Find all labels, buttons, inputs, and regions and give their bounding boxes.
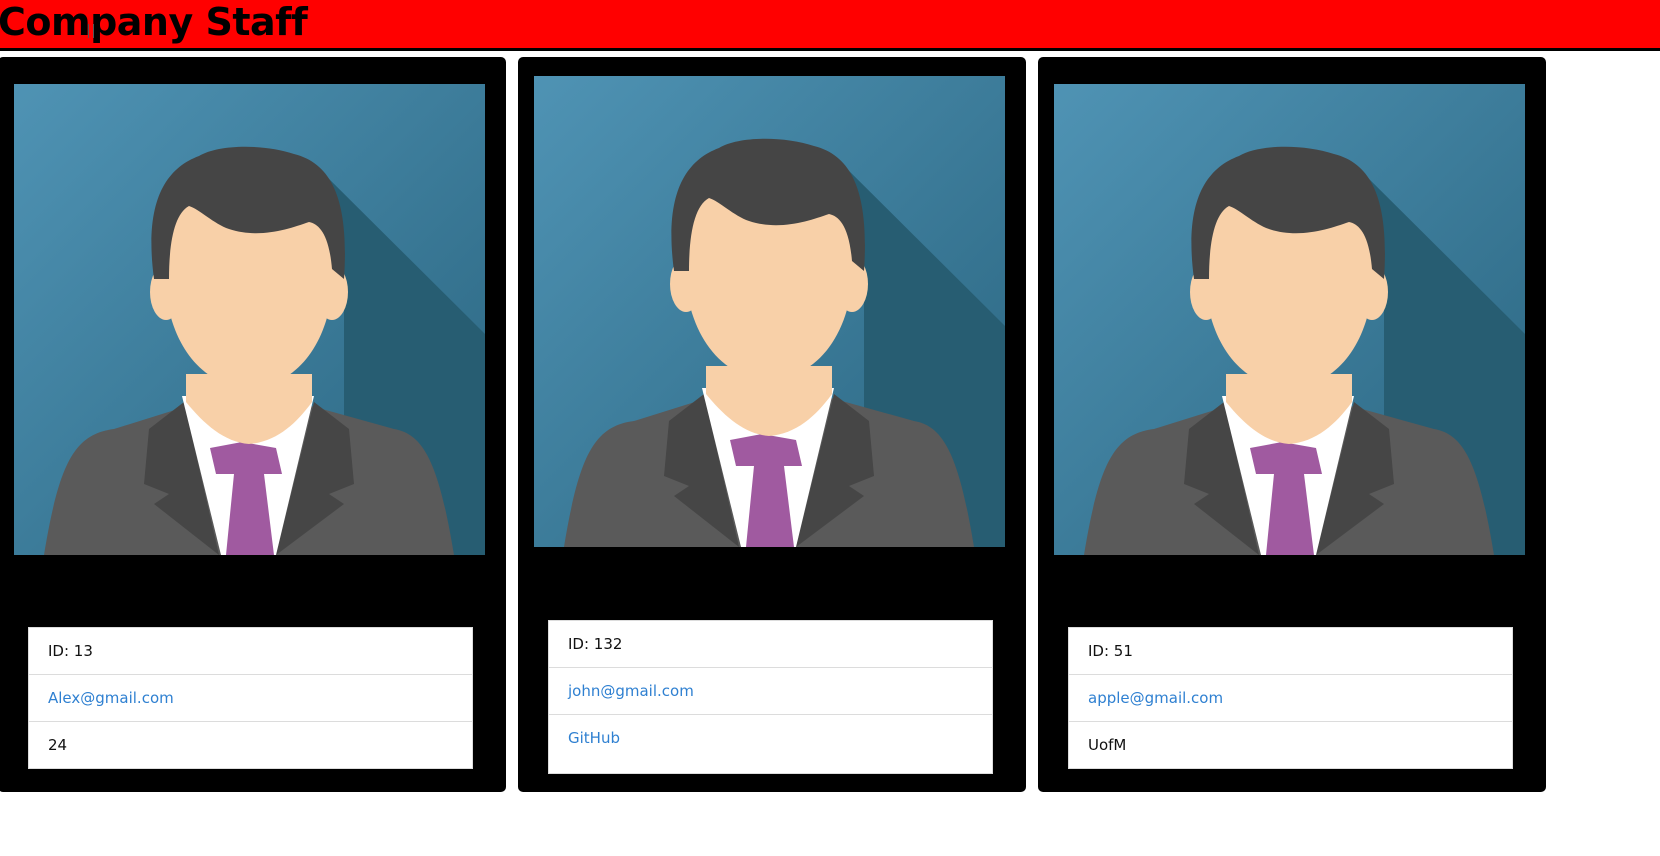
github-link[interactable]: GitHub (549, 715, 992, 761)
staff-info-list: ID: 13 Alex@gmail.com 24 (28, 627, 473, 769)
staff-card: ID: 51 apple@gmail.com UofM (1038, 57, 1546, 792)
text-cursor-icon (88, 24, 94, 38)
staff-info-list: ID: 51 apple@gmail.com UofM (1068, 627, 1513, 769)
staff-extra: 24 (48, 736, 68, 754)
staff-card: ID: 132 john@gmail.com GitHub (518, 57, 1026, 792)
staff-email-link[interactable]: Alex@gmail.com (29, 675, 472, 722)
page-header: Company Staff (0, 0, 1660, 51)
avatar (1054, 84, 1525, 555)
staff-email-link[interactable]: john@gmail.com (549, 668, 992, 715)
staff-card: ID: 13 Alex@gmail.com 24 (0, 57, 506, 792)
staff-id: ID: 51 (1069, 628, 1512, 675)
staff-id: ID: 132 (549, 621, 992, 668)
staff-id: ID: 13 (29, 628, 472, 675)
avatar (534, 76, 1005, 547)
staff-email-link[interactable]: apple@gmail.com (1069, 675, 1512, 722)
avatar (14, 84, 485, 555)
staff-info-list: ID: 132 john@gmail.com GitHub (548, 620, 993, 774)
staff-extra: UofM (1088, 736, 1127, 754)
page-title: Company Staff (0, 0, 308, 44)
